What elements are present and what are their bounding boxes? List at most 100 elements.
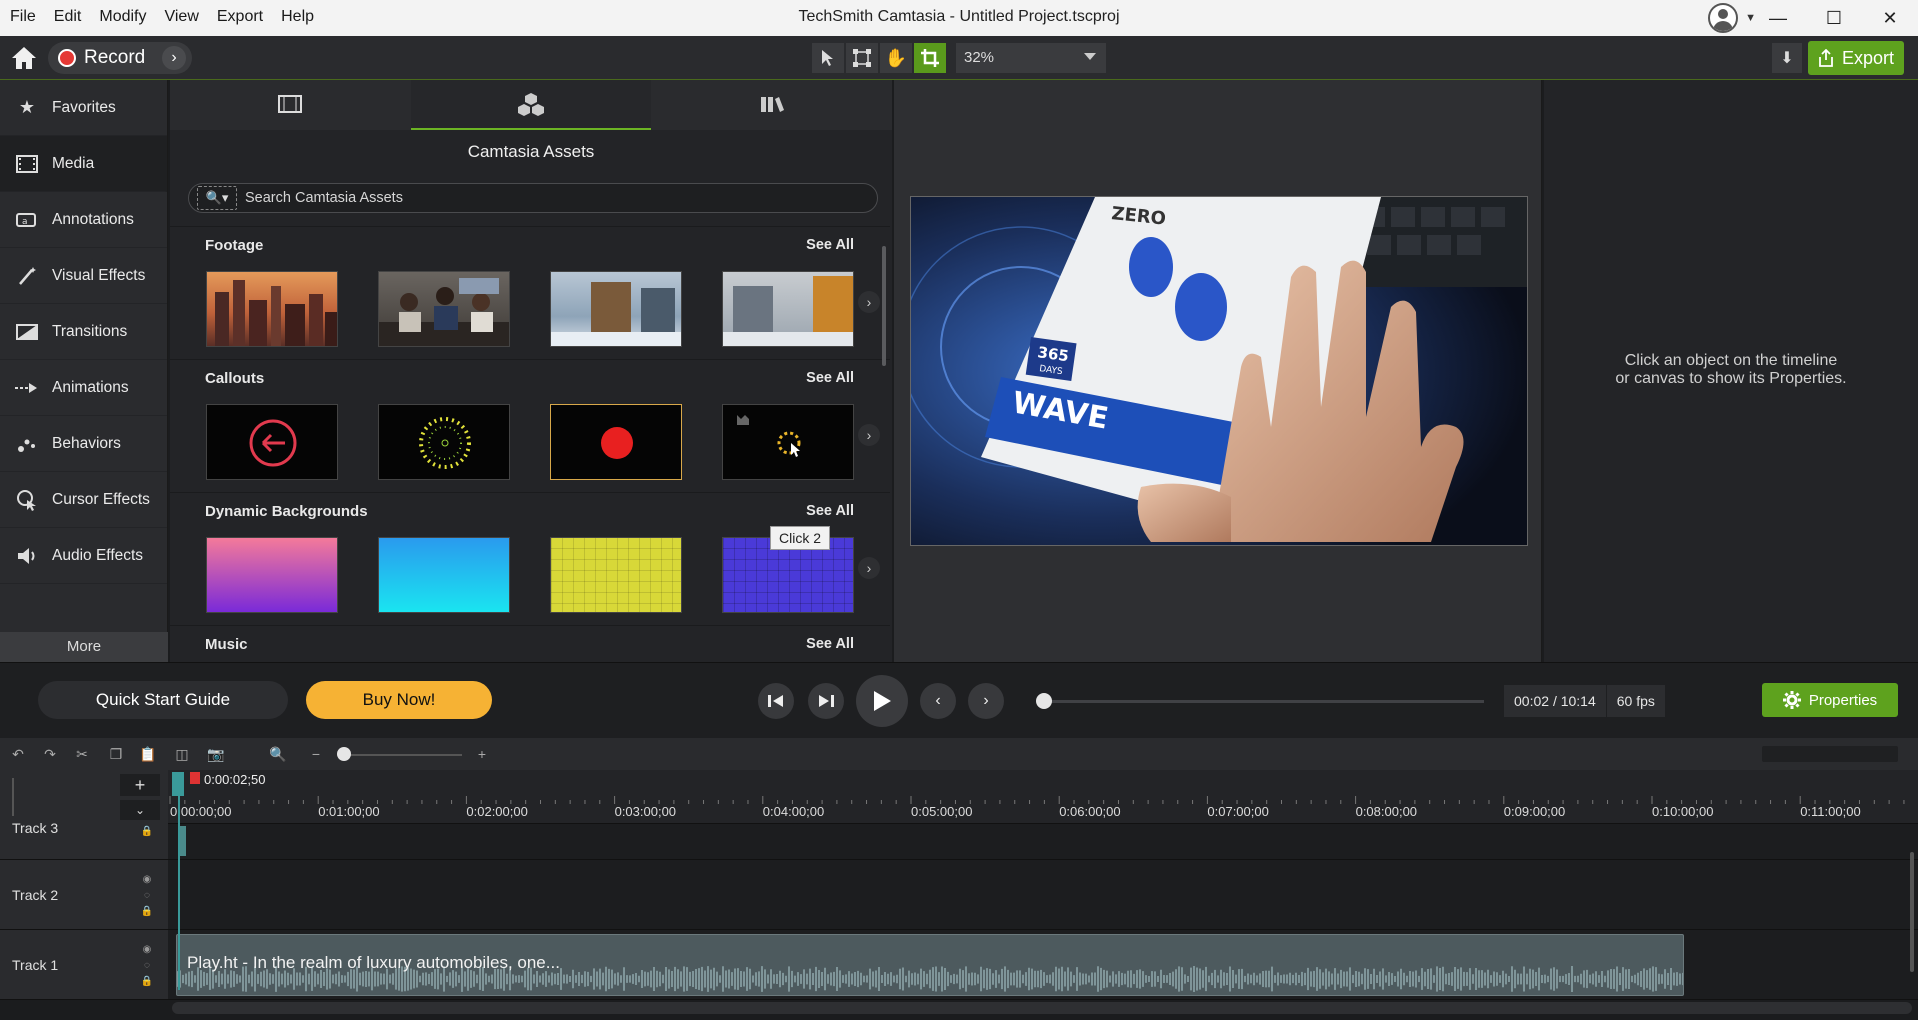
canvas-video-frame[interactable]: WAVE ZERO 365 DAYS [910,196,1528,546]
sidebar-item-animations[interactable]: Animations [0,360,167,416]
timeline-zoom-slider[interactable] [340,754,462,756]
sidebar-item-cursor-effects[interactable]: Cursor Effects [0,472,167,528]
chevron-down-icon[interactable]: ⌄ [120,800,160,820]
search-input[interactable]: 🔍▾ Search Camtasia Assets [188,183,878,213]
copy-icon[interactable]: ❐ [106,744,126,764]
see-all-link[interactable]: See All [806,503,854,519]
split-icon[interactable]: ◫ [172,744,192,764]
search-icon[interactable]: 🔍▾ [197,186,237,210]
minimize-icon[interactable]: — [1750,0,1806,36]
buy-now-button[interactable]: Buy Now! [306,681,492,719]
track-lane[interactable] [168,860,1918,929]
timeline-overview-scrollbar[interactable] [1762,746,1898,762]
chevron-right-icon[interactable]: › [858,291,880,313]
see-all-link[interactable]: See All [806,370,854,386]
paste-icon[interactable]: 📋 [138,744,158,764]
chevron-right-icon[interactable]: › [858,424,880,446]
record-button[interactable]: Record › [48,42,192,74]
pointer-tool-icon[interactable] [812,43,844,73]
tab-camtasia-assets[interactable] [410,80,652,130]
see-all-link[interactable]: See All [806,237,854,253]
pan-tool-icon[interactable]: ✋ [880,43,912,73]
crop-tool-icon[interactable] [914,43,946,73]
scrub-track[interactable] [1044,700,1484,703]
more-button[interactable]: More [0,632,168,662]
audio-clip[interactable]: Play.ht - In the realm of luxury automob… [176,934,1684,996]
add-track-button[interactable]: + [120,774,160,796]
sidebar-item-visual-effects[interactable]: Visual Effects [0,248,167,304]
menu-edit[interactable]: Edit [54,8,82,26]
menu-file[interactable]: File [10,8,36,26]
callout-thumb-dotted-ring[interactable] [378,404,510,480]
step-back-icon[interactable] [758,683,794,719]
track-lane[interactable] [168,824,1918,859]
footage-thumb-city[interactable] [206,271,338,347]
quick-start-guide-button[interactable]: Quick Start Guide [38,681,288,719]
camera-icon[interactable]: 📷 [206,744,226,764]
track-lane[interactable]: Play.ht - In the realm of luxury automob… [168,930,1918,999]
properties-panel: Click an object on the timeline or canva… [1544,80,1918,662]
footage-thumb-office[interactable] [722,271,854,347]
footage-thumb-meeting[interactable] [378,271,510,347]
chevron-right-icon[interactable]: › [858,557,880,579]
redo-icon[interactable]: ↷ [40,744,60,764]
zoom-out-icon[interactable]: − [306,744,326,764]
timeline-ruler[interactable]: 0:00:02;50 0:00:00;00 0:01:00;00 0:02:00;0… [168,770,1918,824]
export-button[interactable]: Export [1808,41,1904,75]
mute-icon[interactable]: ◌ [140,958,154,974]
sidebar-item-media[interactable]: Media [0,136,167,192]
lock-icon[interactable]: 🔒 [140,904,154,920]
callout-thumb-arrow-circle[interactable] [206,404,338,480]
menu-view[interactable]: View [164,8,198,26]
timeline-zoom-handle[interactable] [337,747,351,761]
callout-thumb-cursor-spin[interactable] [722,404,854,480]
menu-modify[interactable]: Modify [99,8,146,26]
canvas-area[interactable]: WAVE ZERO 365 DAYS [894,80,1542,662]
footage-thumb-hallway[interactable] [550,271,682,347]
callout-thumb-click[interactable] [550,404,682,480]
download-icon[interactable]: ⬇ [1772,43,1802,73]
home-icon[interactable] [10,45,38,71]
menu-help[interactable]: Help [281,8,314,26]
menu-export[interactable]: Export [217,8,263,26]
undo-icon[interactable]: ↶ [8,744,28,764]
chevron-right-icon[interactable]: › [162,46,186,70]
sidebar-item-favorites[interactable]: ★ Favorites [0,80,167,136]
background-thumb-yellow-grid[interactable] [550,537,682,613]
sidebar-item-transitions[interactable]: Transitions [0,304,167,360]
play-icon[interactable] [856,675,908,727]
close-icon[interactable]: ✕ [1862,0,1918,36]
sidebar-item-audio-effects[interactable]: Audio Effects [0,528,167,584]
previous-marker-icon[interactable]: ‹ [920,683,956,719]
eye-icon[interactable]: ◉ [140,872,154,888]
tab-library[interactable] [651,80,892,130]
step-forward-icon[interactable] [808,683,844,719]
scrub-handle[interactable] [1036,693,1052,709]
library-scrollbar[interactable] [882,246,886,366]
next-marker-icon[interactable]: › [968,683,1004,719]
current-time: 00:02 [1514,693,1550,709]
transform-tool-icon[interactable] [846,43,878,73]
playhead-handle[interactable] [172,772,184,796]
background-thumb-pink-purple[interactable] [206,537,338,613]
timeline-horizontal-scrollbar[interactable] [172,1002,1912,1014]
timeline-vertical-scrollbar[interactable] [1910,852,1914,972]
zoom-search-icon[interactable]: 🔍 [268,744,288,764]
properties-button[interactable]: Properties [1762,683,1898,717]
account-avatar-icon[interactable] [1708,3,1738,33]
tab-media-bin[interactable] [170,80,411,130]
cut-icon[interactable]: ✂ [72,744,92,764]
see-all-link[interactable]: See All [806,636,854,652]
sidebar-item-annotations[interactable]: a Annotations [0,192,167,248]
ruler-tick-label: 0:07:00;00 [1207,804,1269,819]
mute-icon[interactable]: ◌ [140,888,154,904]
lock-icon[interactable]: 🔒 [140,974,154,990]
zoom-in-icon[interactable]: + [472,744,492,764]
eye-icon[interactable]: ◉ [140,942,154,958]
maximize-icon[interactable]: ☐ [1806,0,1862,36]
sidebar-item-behaviors[interactable]: Behaviors [0,416,167,472]
track-height-slider[interactable] [12,778,18,816]
zoom-dropdown[interactable]: 32% [956,43,1106,73]
lock-icon[interactable]: 🔒 [140,824,154,840]
background-thumb-blue-cyan[interactable] [378,537,510,613]
